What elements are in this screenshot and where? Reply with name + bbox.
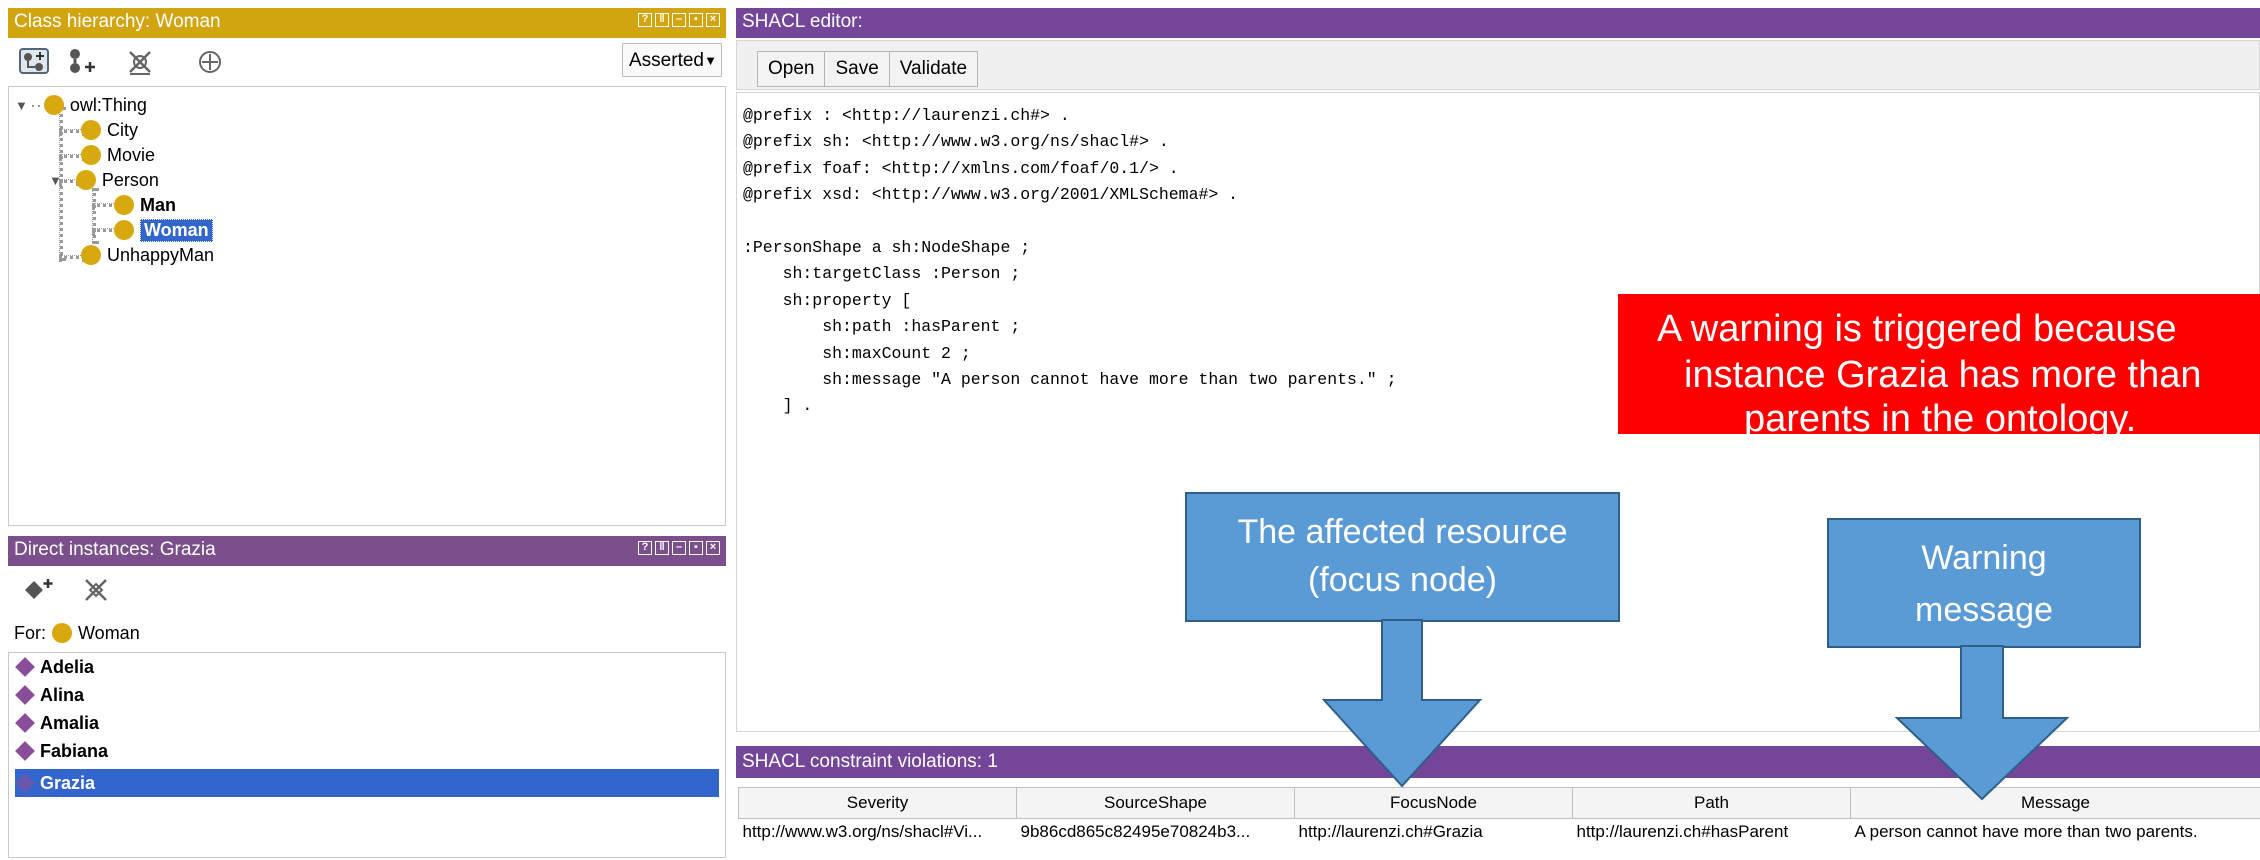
- focus-node-arrow: [1321, 619, 1483, 788]
- callout-arrows: [1321, 619, 2070, 801]
- message-arrow: [1894, 645, 2070, 801]
